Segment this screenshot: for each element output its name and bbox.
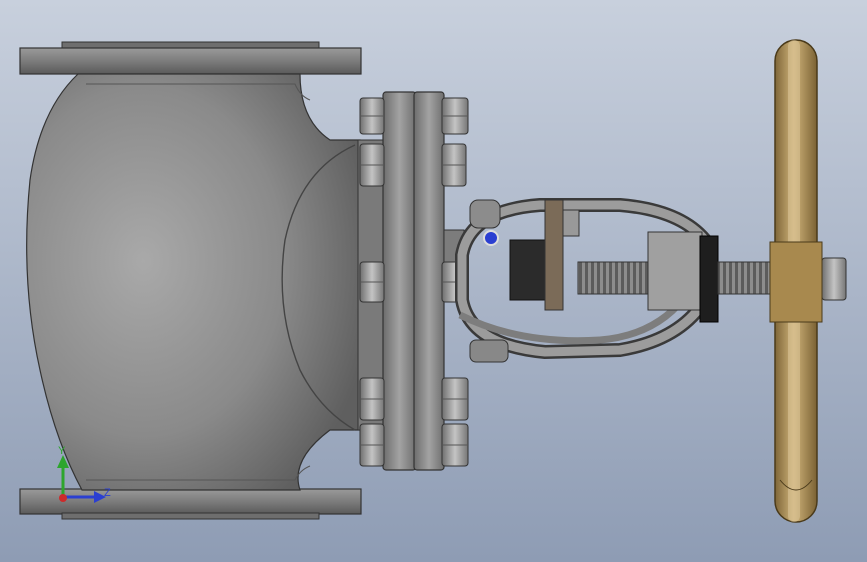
x-axis-point-icon (59, 494, 67, 502)
z-axis-label: Z (104, 487, 111, 499)
graphics-viewport[interactable]: Y Z (0, 0, 867, 562)
bolt-nut (359, 97, 385, 135)
bolt-nut (359, 377, 385, 421)
bolt-nut (441, 377, 469, 421)
handwheel[interactable] (769, 39, 823, 523)
stem-nut (821, 257, 847, 301)
bolt-nut (441, 143, 467, 187)
bolt-nut (359, 143, 385, 187)
bolt-nut (359, 261, 385, 303)
pin-icon (483, 230, 499, 246)
model-view[interactable]: Y Z (0, 0, 867, 562)
y-axis-label: Y (58, 445, 66, 457)
bolt-nut (441, 97, 469, 135)
bolt-nut (441, 423, 469, 467)
bolt-nut (359, 423, 385, 467)
